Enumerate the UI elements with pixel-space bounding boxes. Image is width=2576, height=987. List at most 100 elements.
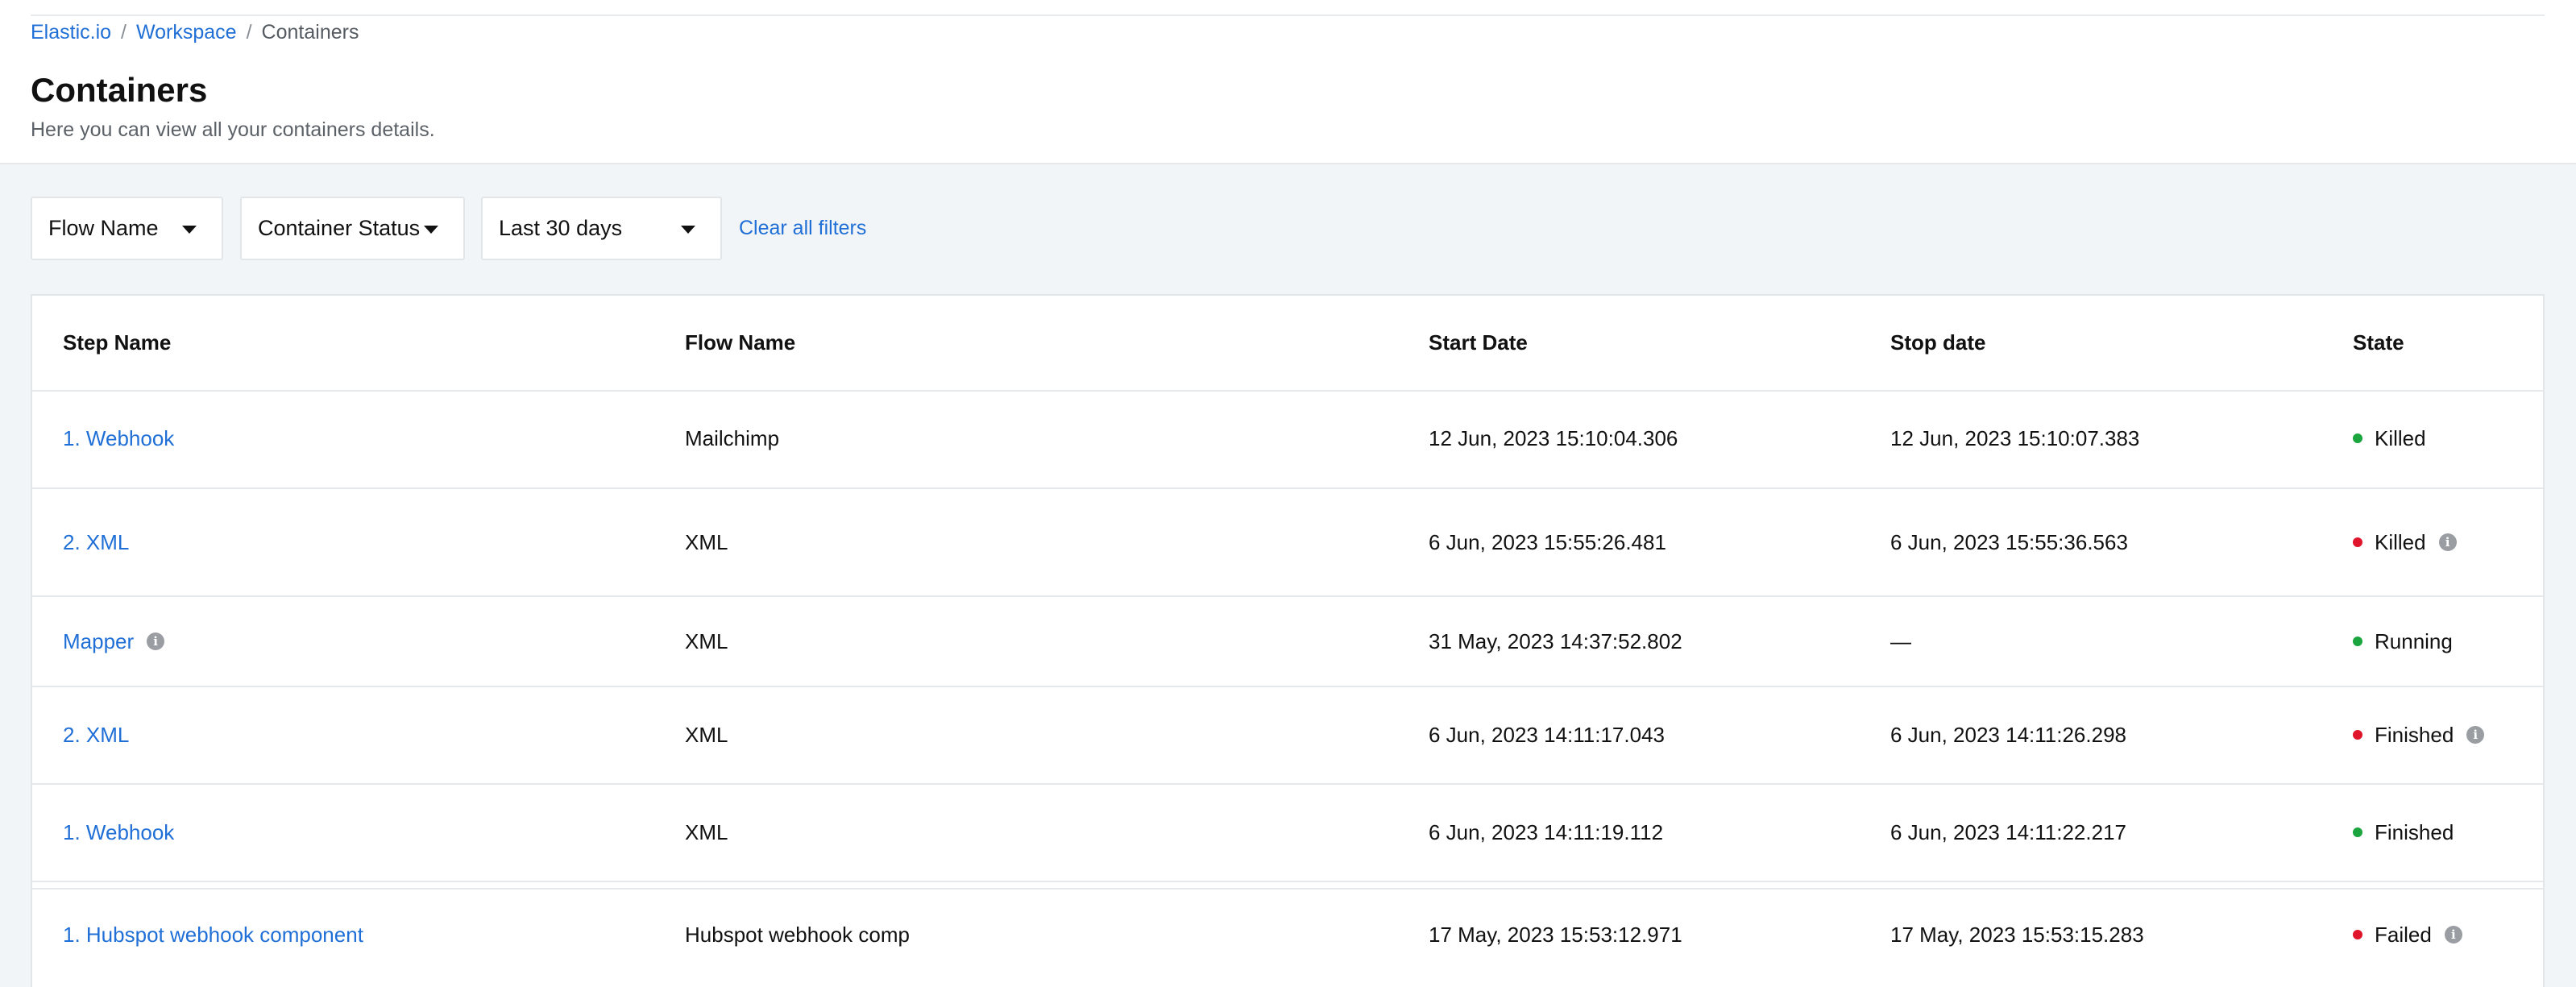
stop-date-cell-text: 12 Jun, 2023 15:10:07.383 (1890, 426, 2140, 450)
state-cell: Killed i (2353, 529, 2457, 555)
column-header-flow-name[interactable]: Flow Name (685, 330, 795, 355)
flow-name-cell-text: Hubspot webhook comp (685, 923, 910, 947)
info-icon[interactable]: i (2444, 926, 2462, 943)
flow-name-cell-text: XML (685, 530, 728, 554)
row-divider (32, 487, 2543, 489)
status-dot-icon (2353, 730, 2362, 740)
step-name-cell-text[interactable]: 2. XML (63, 529, 129, 555)
state-label: Killed (2375, 426, 2426, 450)
step-name-cell[interactable]: 1. Hubspot webhook component (63, 922, 363, 948)
start-date-cell-text: 6 Jun, 2023 15:55:26.481 (1429, 530, 1666, 554)
flow-name-cell: XML (685, 628, 728, 654)
state-label: Running (2375, 629, 2453, 653)
state-cell: Failed i (2353, 922, 2462, 948)
column-header-step-name[interactable]: Step Name (63, 330, 171, 355)
flow-name-cell: Hubspot webhook comp (685, 922, 910, 948)
table-row[interactable]: 1. Hubspot webhook component Hubspot webh… (32, 922, 2543, 948)
state-label: Killed (2375, 530, 2426, 554)
table-row[interactable]: 1. Webhook Mailchimp 12 Jun, 2023 15:10:04… (32, 425, 2543, 451)
flow-name-cell-text: XML (685, 629, 728, 653)
step-name-cell-text[interactable]: 1. Webhook (63, 819, 174, 845)
stop-date-cell-text: 6 Jun, 2023 15:55:36.563 (1890, 530, 2128, 554)
flow-name-cell: XML (685, 722, 728, 748)
stop-date-cell: 6 Jun, 2023 15:55:36.563 (1890, 529, 2128, 555)
clear-all-filters-link[interactable]: Clear all filters (739, 216, 866, 240)
stop-date-cell: — (1890, 628, 1911, 654)
start-date-cell: 6 Jun, 2023 14:11:19.112 (1429, 819, 1663, 845)
state-cell: Killed (2353, 425, 2426, 451)
flow-name-cell-text: Mailchimp (685, 426, 780, 450)
status-dot-icon (2353, 637, 2362, 646)
table-row[interactable]: 2. XML XML 6 Jun, 2023 14:11:17.043 6 Jun, … (32, 722, 2543, 748)
status-dot-icon (2353, 433, 2362, 443)
stop-date-cell-text: — (1890, 629, 1911, 653)
flow-name-cell: XML (685, 529, 728, 555)
breadcrumb-workspace[interactable]: Workspace (136, 20, 237, 44)
caret-down-icon (182, 226, 197, 234)
start-date-cell-text: 6 Jun, 2023 14:11:19.112 (1429, 820, 1664, 844)
breadcrumb-current: Containers (261, 21, 359, 44)
row-divider (32, 888, 2543, 890)
state-cell: Finished i (2353, 722, 2485, 748)
flow-name-filter-label: Flow Name (48, 216, 159, 240)
flow-name-cell-text: XML (685, 723, 728, 747)
row-divider (32, 686, 2543, 687)
start-date-cell: 31 May, 2023 14:37:52.802 (1429, 628, 1682, 654)
start-date-cell: 12 Jun, 2023 15:10:04.306 (1429, 425, 1678, 451)
container-status-filter[interactable]: Container Status (240, 197, 465, 260)
flow-name-filter[interactable]: Flow Name (31, 197, 223, 260)
step-name-cell-text[interactable]: 2. XML (63, 722, 129, 748)
status-dot-icon (2353, 537, 2362, 547)
step-name-cell[interactable]: 2. XML (63, 722, 129, 748)
start-date-cell: 6 Jun, 2023 15:55:26.481 (1429, 529, 1666, 555)
containers-table: Step Name Flow Name Start Date Stop date… (31, 294, 2545, 987)
table-row[interactable]: Mapper i XML 31 May, 2023 14:37:52.802 — Runn… (32, 628, 2543, 654)
step-name-cell-text[interactable]: 1. Webhook (63, 425, 174, 451)
column-header-stop-date[interactable]: Stop date (1890, 330, 1985, 355)
flow-name-cell: Mailchimp (685, 425, 779, 451)
date-range-filter-label: Last 30 days (499, 216, 623, 240)
stop-date-cell-text: 17 May, 2023 15:53:15.283 (1890, 923, 2144, 947)
flow-name-cell-text: XML (685, 820, 728, 844)
stop-date-cell: 6 Jun, 2023 14:11:26.298 (1890, 722, 2126, 748)
step-name-cell[interactable]: 2. XML (63, 529, 129, 555)
start-date-cell-text: 12 Jun, 2023 15:10:04.306 (1429, 426, 1678, 450)
breadcrumb-elastic-io[interactable]: Elastic.io (31, 20, 111, 44)
state-label: Finished (2375, 820, 2454, 844)
container-status-filter-label: Container Status (258, 216, 421, 240)
status-dot-icon (2353, 827, 2362, 837)
top-divider (31, 15, 2545, 16)
status-dot-icon (2353, 930, 2362, 939)
row-divider (32, 783, 2543, 785)
state-cell: Running (2353, 628, 2453, 654)
column-header-start-date[interactable]: Start Date (1429, 330, 1528, 355)
step-name-cell[interactable]: 1. Webhook (63, 425, 174, 451)
info-icon[interactable]: i (147, 632, 165, 650)
page-subtitle: Here you can view all your containers de… (31, 118, 435, 141)
start-date-cell-text: 17 May, 2023 15:53:12.971 (1429, 923, 1682, 947)
step-name-cell-text[interactable]: Mapper (63, 628, 134, 654)
step-name-cell-text[interactable]: 1. Hubspot webhook component (63, 922, 363, 948)
caret-down-icon (424, 226, 438, 234)
info-icon[interactable]: i (2438, 533, 2457, 551)
start-date-cell: 6 Jun, 2023 14:11:17.043 (1429, 722, 1665, 748)
table-row[interactable]: 2. XML XML 6 Jun, 2023 15:55:26.481 6 Jun, … (32, 529, 2543, 555)
start-date-cell: 17 May, 2023 15:53:12.971 (1429, 922, 1682, 948)
info-icon[interactable]: i (2466, 726, 2485, 744)
start-date-cell-text: 6 Jun, 2023 14:11:17.043 (1429, 723, 1665, 747)
page-title: Containers (31, 71, 208, 109)
caret-down-icon (681, 226, 695, 234)
column-header-state[interactable]: State (2353, 330, 2404, 355)
step-name-cell[interactable]: 1. Webhook (63, 819, 174, 845)
stop-date-cell-text: 6 Jun, 2023 14:11:22.217 (1890, 820, 2126, 844)
step-name-cell[interactable]: Mapper i (63, 628, 165, 654)
stop-date-cell-text: 6 Jun, 2023 14:11:26.298 (1890, 723, 2126, 747)
date-range-filter[interactable]: Last 30 days (481, 197, 722, 260)
start-date-cell-text: 31 May, 2023 14:37:52.802 (1429, 629, 1682, 653)
breadcrumb: Elastic.io / Workspace / Containers (31, 20, 359, 44)
breadcrumb-separator: / (121, 21, 127, 44)
state-label: Finished (2375, 723, 2454, 747)
stop-date-cell: 17 May, 2023 15:53:15.283 (1890, 922, 2144, 948)
table-row[interactable]: 1. Webhook XML 6 Jun, 2023 14:11:19.112 6 J… (32, 819, 2543, 845)
page-header: Elastic.io / Workspace / Containers Cont… (0, 0, 2576, 163)
